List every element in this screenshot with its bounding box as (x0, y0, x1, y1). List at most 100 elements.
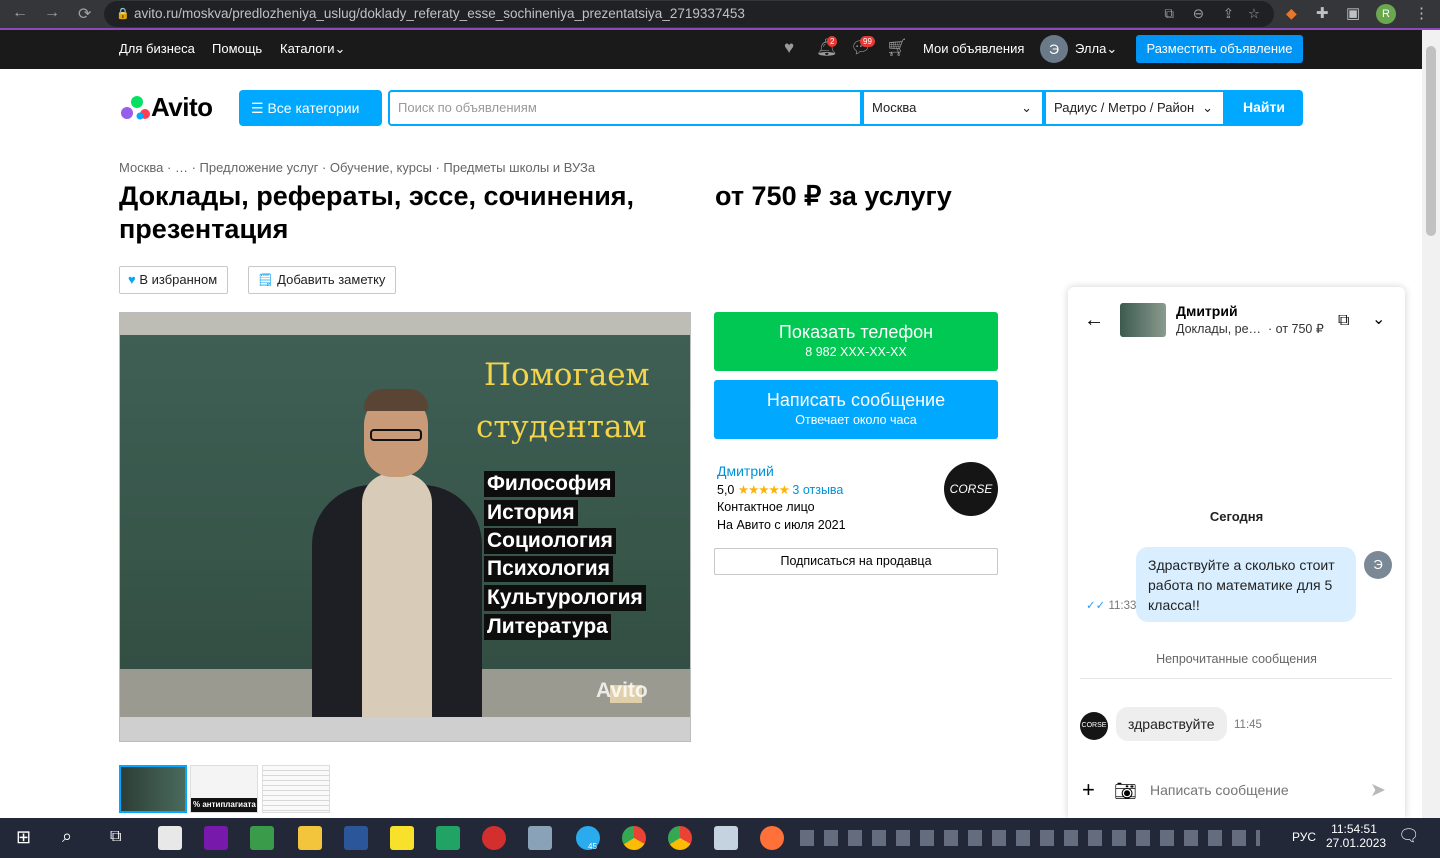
metamask-icon[interactable]: ◆ (1286, 5, 1297, 22)
listing-photo[interactable]: Помогаем студентам Философия История Соц… (119, 312, 691, 742)
back-arrow-icon[interactable]: ← (12, 4, 28, 22)
favorite-label: В избранном (139, 272, 218, 287)
forward-arrow-icon[interactable]: → (44, 4, 60, 22)
my-ads-link[interactable]: Мои объявления (923, 41, 1024, 56)
file-explorer-icon[interactable] (298, 826, 322, 850)
add-note-label: Добавить заметку (277, 272, 386, 287)
chat-date-divider: Сегодня (1209, 509, 1264, 524)
city-select[interactable]: Москва ⌄ (862, 90, 1044, 126)
promo-headline-1: Помогаем (484, 357, 650, 393)
chrome-icon[interactable] (622, 826, 646, 850)
breadcrumb-item[interactable]: Москва (119, 160, 163, 175)
all-categories-button[interactable]: ☰ Все категории (239, 90, 382, 126)
thumbnail-caption: % антиплагиата (191, 798, 257, 812)
incoming-message-time: 11:45 (1234, 719, 1262, 731)
spreadsheet-app-icon[interactable] (250, 826, 274, 850)
chat-ad-price: · от 750 ₽ (1268, 322, 1324, 336)
avito-logo-text: Avito (151, 92, 213, 122)
outgoing-message-time: ✓✓ 11:33 (1086, 598, 1136, 612)
onenote-icon[interactable] (204, 826, 228, 850)
favorites-heart-icon[interactable]: ♥ (784, 38, 794, 58)
contact-type: Контактное лицо (717, 500, 815, 514)
app-icon[interactable] (528, 826, 552, 850)
favorite-button[interactable]: ♥ В избранном (119, 266, 229, 294)
chat-message-input[interactable] (1148, 777, 1363, 803)
teacher-hair (364, 389, 428, 411)
write-message-button[interactable]: Написать сообщение Отвечает около часа (714, 380, 998, 439)
for-business-link[interactable]: Для бизнеса (119, 41, 195, 56)
help-link[interactable]: Помощь (212, 41, 262, 56)
sidebar-icon[interactable]: ▣ (1346, 4, 1360, 22)
show-phone-button[interactable]: Показать телефон 8 982 XXX-XX-XX (714, 312, 998, 371)
breadcrumb-item[interactable]: Предложение услуг (200, 160, 319, 175)
photo-wall (120, 313, 690, 335)
post-ad-button[interactable]: Разместить объявление (1136, 35, 1303, 63)
city-value: Москва (872, 100, 917, 115)
address-bar[interactable]: 🔒 avito.ru/moskva/predlozheniya_uslug/do… (104, 1, 1274, 27)
promo-headline-2: студентам (476, 409, 647, 445)
cart-icon[interactable]: 🛒︎ (886, 38, 908, 58)
clock[interactable]: 11:54:51 27.01.2023 (1326, 822, 1386, 850)
chevron-down-icon[interactable]: ⌄ (1372, 309, 1385, 329)
menu-dots-icon[interactable]: ⋮ (1414, 4, 1429, 22)
seller-avatar[interactable]: CORSE (944, 462, 998, 516)
reload-icon[interactable]: ⟳ (78, 4, 91, 24)
seller-name-link[interactable]: Дмитрий (717, 463, 774, 479)
notification-center-icon[interactable]: 🗨︎ (1398, 826, 1420, 846)
chevron-down-icon: ⌄ (1202, 100, 1213, 115)
search-icon[interactable]: ⌕ (62, 826, 72, 847)
incoming-message: здравствуйте (1116, 707, 1227, 741)
zoom-icon[interactable]: ⊖ (1193, 1, 1204, 27)
photo-thumbnail[interactable]: % антиплагиата (190, 765, 258, 813)
catalogs-link[interactable]: Каталоги⌄ (280, 41, 345, 57)
subscribe-button[interactable]: Подписаться на продавца (714, 548, 998, 575)
extensions-icon[interactable]: ✚ (1316, 4, 1329, 22)
breadcrumb-item[interactable]: Предметы школы и ВУЗа (443, 160, 595, 175)
firefox-icon[interactable] (760, 826, 784, 850)
search-input[interactable]: Поиск по объявлениям (388, 90, 862, 126)
profile-avatar-icon[interactable]: R (1376, 4, 1396, 24)
task-view-icon[interactable]: ⧉ (110, 828, 121, 846)
avito-logo-dots-icon (121, 95, 150, 119)
radius-select[interactable]: Радиус / Метро / Район ⌄ (1044, 90, 1225, 126)
camera-icon[interactable]: 📷︎ (1114, 781, 1137, 802)
chrome-profile-icon[interactable] (668, 826, 692, 850)
price: от 750 ₽ за услугу (715, 181, 952, 211)
app-icon[interactable] (482, 826, 506, 850)
send-icon[interactable]: ➤ (1370, 779, 1386, 802)
photo-thumbnail[interactable] (262, 765, 330, 813)
chevron-down-icon: ⌄ (1021, 100, 1032, 115)
all-categories-label: Все категории (267, 100, 360, 116)
word-icon[interactable] (344, 826, 368, 850)
user-name: Элла (1075, 41, 1107, 56)
chat-ad-info: Доклады, ре… · от 750 ₽ (1176, 321, 1324, 336)
system-tray-icons[interactable] (800, 830, 1260, 846)
avito-logo[interactable]: Avito (119, 92, 213, 123)
back-arrow-icon[interactable]: ← (1084, 309, 1104, 332)
user-avatar[interactable]: Э (1040, 35, 1068, 63)
find-button[interactable]: Найти (1225, 90, 1303, 126)
user-menu[interactable]: Элла⌄ (1075, 41, 1117, 57)
heart-icon: ♥ (128, 272, 136, 287)
scrollbar-thumb[interactable] (1426, 46, 1436, 236)
expand-window-icon[interactable]: ⧉ (1338, 312, 1349, 330)
add-note-button[interactable]: 🗒︎ Добавить заметку (248, 266, 397, 294)
bookmark-star-icon[interactable]: ☆ (1248, 1, 1260, 27)
attach-plus-icon[interactable]: + (1082, 779, 1095, 801)
reviews-link[interactable]: 3 отзыва (792, 483, 843, 497)
translate-icon[interactable]: ⧉ (1164, 1, 1174, 27)
photo-thumbnail[interactable] (119, 765, 187, 813)
language-indicator[interactable]: РУС (1292, 830, 1316, 844)
breadcrumb-item[interactable]: Обучение, курсы (330, 160, 432, 175)
outgoing-time-value: 11:33 (1108, 600, 1137, 612)
breadcrumb-item[interactable]: … (175, 160, 188, 175)
radius-value: Радиус / Метро / Район (1054, 100, 1195, 115)
sticky-notes-icon[interactable] (390, 826, 414, 850)
sheets-icon[interactable] (436, 826, 460, 850)
share-icon[interactable]: ⇪ (1223, 1, 1234, 27)
clock-time: 11:54:51 (1331, 822, 1377, 836)
windows-start-icon[interactable]: ⊞ (16, 827, 31, 848)
file-icon[interactable] (158, 826, 182, 850)
calculator-icon[interactable] (714, 826, 738, 850)
subject-label: Литература (484, 614, 611, 640)
